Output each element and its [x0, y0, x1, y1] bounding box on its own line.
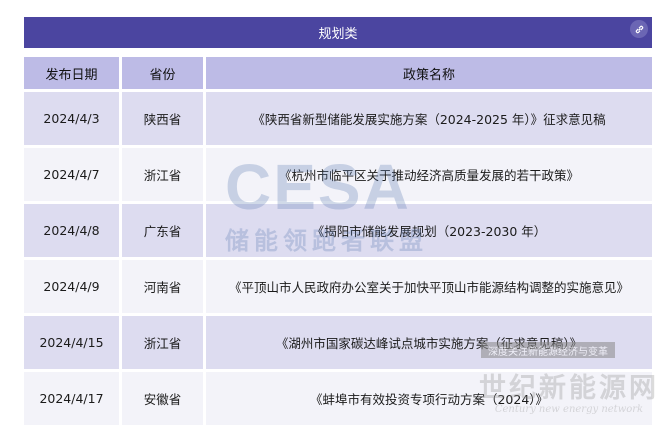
cell-policy: 《揭阳市储能发展规划（2023-2030 年）: [206, 204, 652, 257]
cell-date: 2024/4/3: [24, 92, 122, 145]
table-header-row: 发布日期 省份 政策名称: [24, 57, 652, 89]
col-header-province: 省份: [122, 57, 206, 89]
cell-policy: 《蚌埠市有效投资专项行动方案（2024）》: [206, 372, 652, 425]
cell-policy: 《平顶山市人民政府办公室关于加快平顶山市能源结构调整的实施意见》: [206, 260, 652, 313]
cell-date: 2024/4/15: [24, 316, 122, 369]
table-row: 2024/4/8 广东省 《揭阳市储能发展规划（2023-2030 年）: [24, 204, 652, 257]
table-row: 2024/4/17 安徽省 《蚌埠市有效投资专项行动方案（2024）》: [24, 372, 652, 425]
cell-province: 浙江省: [122, 316, 206, 369]
cell-province: 浙江省: [122, 148, 206, 201]
cell-province: 安徽省: [122, 372, 206, 425]
table-row: 2024/4/9 河南省 《平顶山市人民政府办公室关于加快平顶山市能源结构调整的…: [24, 260, 652, 313]
cell-policy: 《杭州市临平区关于推动经济高质量发展的若干政策》: [206, 148, 652, 201]
table-title: 规划类: [318, 27, 358, 42]
link-icon[interactable]: [630, 20, 648, 38]
policy-table-panel: 规划类 发布日期 省份 政策名称 2024/4/3 陕西省 《陕西省新型储能发展…: [24, 17, 652, 425]
table-row: 2024/4/3 陕西省 《陕西省新型储能发展实施方案（2024-2025 年）…: [24, 92, 652, 145]
col-header-date: 发布日期: [24, 57, 122, 89]
cell-province: 河南省: [122, 260, 206, 313]
cell-date: 2024/4/7: [24, 148, 122, 201]
table-row: 2024/4/7 浙江省 《杭州市临平区关于推动经济高质量发展的若干政策》: [24, 148, 652, 201]
link-icon-glyph: [635, 25, 643, 33]
cell-province: 广东省: [122, 204, 206, 257]
cell-province: 陕西省: [122, 92, 206, 145]
cell-policy: 《陕西省新型储能发展实施方案（2024-2025 年）》征求意见稿: [206, 92, 652, 145]
policy-table: 发布日期 省份 政策名称 2024/4/3 陕西省 《陕西省新型储能发展实施方案…: [24, 54, 652, 428]
slogan-stamp: 深度关注新能源经济与变革: [481, 342, 615, 358]
cell-date: 2024/4/9: [24, 260, 122, 313]
cell-date: 2024/4/17: [24, 372, 122, 425]
table-title-bar: 规划类: [24, 17, 652, 48]
col-header-policy: 政策名称: [206, 57, 652, 89]
cell-date: 2024/4/8: [24, 204, 122, 257]
